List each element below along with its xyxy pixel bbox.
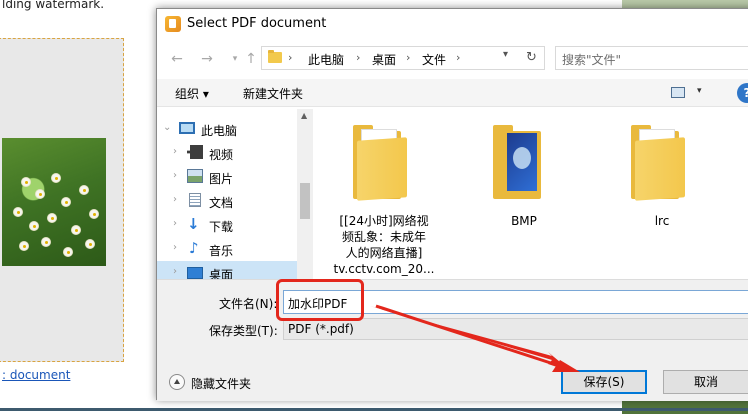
breadcrumb-separator: › (406, 51, 411, 64)
navigation-pane: ⌄ 此电脑 › 视频 › 图片 › 文档 › ↓ 下载 › ♪ 音乐 › 桌面 (157, 109, 313, 279)
background-link[interactable]: : document (2, 368, 70, 382)
document-icon (189, 193, 201, 207)
nav-item-music[interactable]: › ♪ 音乐 (157, 237, 297, 261)
filetype-select[interactable]: PDF (*.pdf) (283, 318, 748, 340)
file-item-label: [[24小时]网络视 频乱象：未成年 人的网络直播] tv.cctv.com_2… (333, 214, 435, 276)
nav-item-label: 此电脑 (201, 124, 238, 138)
forward-arrow-icon[interactable]: → (197, 49, 217, 69)
nav-item-label: 图片 (209, 172, 234, 186)
app-pdf-icon (165, 16, 181, 32)
save-button[interactable]: 保存(S) (561, 370, 647, 394)
desktop-icon (187, 267, 203, 279)
breadcrumb-files[interactable]: 文件 (422, 51, 446, 68)
nav-item-label: 桌面 (209, 268, 234, 279)
refresh-icon[interactable]: ↻ (519, 46, 545, 70)
breadcrumb-this-pc[interactable]: 此电脑 (308, 51, 344, 68)
nav-item-videos[interactable]: › 视频 (157, 141, 297, 165)
file-item-folder[interactable]: BMP (469, 119, 579, 239)
file-item-folder[interactable]: [[24小时]网络视 频乱象：未成年 人的网络直播] tv.cctv.com_2… (329, 119, 439, 279)
file-item-label: lrc (654, 214, 670, 228)
hide-folders-label: 隐藏文件夹 (191, 377, 252, 391)
nav-item-pictures[interactable]: › 图片 (157, 165, 297, 189)
folder-icon (631, 125, 685, 201)
folder-icon (353, 125, 407, 201)
nav-scrollbar[interactable]: ▲ (297, 109, 313, 279)
chevron-right-icon[interactable]: › (173, 242, 177, 253)
back-arrow-icon[interactable]: ← (167, 49, 187, 69)
view-dropdown-icon[interactable]: ▾ (697, 86, 702, 96)
organize-menu[interactable]: 组织 ▾ (175, 85, 209, 102)
folder-icon (268, 50, 282, 63)
video-icon (187, 145, 203, 159)
download-icon: ↓ (187, 215, 200, 233)
save-dialog: Select PDF document ← → ▾ ↑ › 此电脑 › 桌面 ›… (156, 8, 748, 401)
search-input[interactable]: 搜索"文件" (555, 46, 748, 70)
computer-icon (179, 122, 195, 134)
breadcrumb-separator: › (356, 51, 361, 64)
breadcrumb-separator: › (288, 51, 293, 64)
chevron-right-icon[interactable]: › (173, 194, 177, 205)
breadcrumb-separator: › (456, 51, 461, 64)
folder-icon (493, 125, 547, 199)
background-photo (2, 138, 106, 266)
chevron-right-icon[interactable]: › (173, 218, 177, 229)
cancel-button[interactable]: 取消 (663, 370, 748, 394)
nav-item-this-pc[interactable]: ⌄ 此电脑 (157, 117, 297, 141)
annotation-highlight-box (276, 279, 364, 321)
address-dropdown-icon[interactable]: ▾ (503, 49, 508, 60)
picture-icon (187, 169, 203, 183)
background-top-text: lding watermark. (2, 0, 105, 11)
dialog-toolbar: 组织 ▾ 新建文件夹 ▾ ? (157, 79, 748, 107)
scroll-thumb[interactable] (300, 183, 310, 219)
scroll-up-icon[interactable]: ▲ (301, 111, 307, 120)
filetype-label: 保存类型(T): (209, 324, 278, 338)
nav-item-label: 文档 (209, 196, 234, 210)
view-mode-icon[interactable] (671, 87, 685, 98)
file-item-label: BMP (511, 214, 537, 228)
help-icon[interactable]: ? (737, 83, 748, 103)
dialog-titlebar[interactable]: Select PDF document (157, 9, 748, 39)
nav-item-downloads[interactable]: › ↓ 下载 (157, 213, 297, 237)
nav-item-documents[interactable]: › 文档 (157, 189, 297, 213)
up-arrow-icon[interactable]: ↑ (241, 49, 261, 69)
search-placeholder: 搜索"文件" (562, 53, 622, 67)
nav-item-label: 音乐 (209, 244, 234, 258)
save-options-panel: 文件名(N): 加水印PDF 保存类型(T): PDF (*.pdf) 隐藏文件… (157, 279, 748, 401)
chevron-right-icon[interactable]: › (173, 266, 177, 277)
nav-item-desktop[interactable]: › 桌面 (157, 261, 297, 279)
background-bottom-line (0, 408, 748, 411)
chevron-up-icon[interactable] (169, 374, 185, 390)
chevron-right-icon[interactable]: › (173, 146, 177, 157)
chevron-right-icon[interactable]: › (173, 170, 177, 181)
nav-item-label: 下载 (209, 220, 234, 234)
nav-item-label: 视频 (209, 148, 234, 162)
dialog-title: Select PDF document (187, 16, 327, 31)
filename-label: 文件名(N): (219, 297, 278, 311)
chevron-down-icon[interactable]: ⌄ (163, 122, 171, 133)
breadcrumb-desktop[interactable]: 桌面 (372, 51, 396, 68)
new-folder-button[interactable]: 新建文件夹 (243, 85, 303, 102)
file-item-folder[interactable]: lrc (607, 119, 717, 239)
music-icon: ♪ (189, 239, 199, 257)
